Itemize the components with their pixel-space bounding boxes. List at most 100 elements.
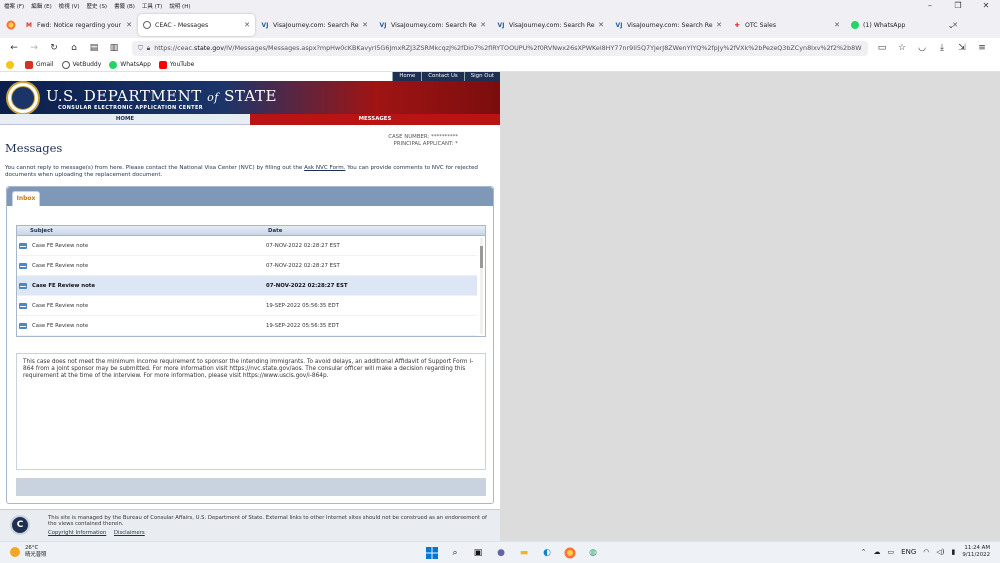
tab-otc-sales[interactable]: ✚ OTC Sales ✕ [728,14,845,36]
tab-title: (1) WhatsApp [863,21,906,29]
edge-icon[interactable]: ◐ [539,545,555,561]
disclaimers-link[interactable]: Disclaimers [114,530,145,536]
taskbar-apps: ⌕ ▣ ● ▬ ◐ ◍ [424,545,608,561]
close-tab-icon[interactable]: ✕ [126,21,132,29]
page-title: Messages [5,141,63,155]
clock-date: 9/11/2022 [962,552,990,558]
restore-icon[interactable]: ❐ [944,0,972,12]
case-info: CASE NUMBER: ********** PRINCIPAL APPLIC… [358,134,458,148]
url-bar[interactable]: ⛉ 🔒︎ https://ceac. state.gov/IV/Messages/… [132,40,868,56]
column-date[interactable]: Date [266,226,485,235]
table-row-selected[interactable]: Case FE Review note 07-NOV-2022 02:28:27… [17,276,477,296]
tab-visajourney-4[interactable]: VJ VisaJourney.com: Search Resu ✕ [610,14,727,36]
reload-icon[interactable]: ↻ [46,43,62,53]
tab-gmail[interactable]: M Fwd: Notice regarding your In ✕ [20,14,137,36]
envelope-icon [19,302,27,309]
list-all-tabs-icon[interactable]: ⌄ [942,21,960,30]
tab-title: VisaJourney.com: Search Resu [509,21,596,29]
close-tab-icon[interactable]: ✕ [244,21,250,29]
shield-icon[interactable]: ⛉ [138,44,143,53]
inbox-tab[interactable]: Inbox [12,191,40,206]
app-globe-icon[interactable]: ◍ [585,545,601,561]
firefox-icon[interactable] [562,545,578,561]
table-row[interactable]: Case FE Review note 07-NOV-2022 02:28:27… [17,256,477,276]
pocket-save-icon[interactable]: ◡ [914,43,930,53]
forward-icon[interactable]: → [26,43,42,53]
windows-start-icon[interactable] [424,545,440,561]
clock[interactable]: 11:24 AM 9/11/2022 [962,545,990,559]
tab-visajourney-2[interactable]: VJ VisaJourney.com: Search Resu ✕ [374,14,491,36]
language-indicator[interactable]: ENG [901,548,916,556]
topnav-contact-link[interactable]: Contact Us [421,72,463,81]
tab-ceac-messages[interactable]: CEAC - Messages ✕ [138,14,255,36]
close-tab-icon[interactable]: ✕ [716,21,722,29]
sidebar-icon[interactable]: ▥ [106,43,122,53]
ask-nvc-form-link[interactable]: Ask NVC Form. [304,165,345,171]
panel-footer [16,478,486,496]
task-view-icon[interactable]: ▣ [470,545,486,561]
menu-help[interactable]: 說明 (H) [169,2,190,10]
bookmark-youtube[interactable]: YouTube [158,60,194,69]
menu-edit[interactable]: 編輯 (E) [31,2,52,10]
dept-title-text: U.S. DEPARTMENT [46,87,202,105]
table-row[interactable]: Case FE Review note 07-NOV-2022 02:28:27… [17,236,477,256]
menu-file[interactable]: 檔案 (F) [4,2,24,10]
menu-messages-tab[interactable]: MESSAGES [250,114,500,125]
pocket-icon[interactable]: ▤ [86,43,102,53]
column-subject[interactable]: Subject [17,226,266,235]
volume-icon[interactable]: ◁) [936,548,944,556]
envelope-icon [19,242,27,249]
teams-chat-icon[interactable]: ● [493,545,509,561]
printer-icon[interactable]: ▭ [888,548,895,556]
close-tab-icon[interactable]: ✕ [362,21,368,29]
downloads-icon[interactable]: ⤓ [934,43,950,53]
lock-icon[interactable]: 🔒︎ [147,44,150,53]
copyright-link[interactable]: Copyright Information [48,530,106,536]
extensions-icon[interactable]: ⇲ [954,43,970,53]
tab-visajourney-1[interactable]: VJ VisaJourney.com: Search Resu ✕ [256,14,373,36]
bookmark-gmail[interactable]: Gmail [25,60,54,69]
file-explorer-icon[interactable]: ▬ [516,545,532,561]
table-row[interactable]: Case FE Review note 19-SEP-2022 05:56:35… [17,296,477,316]
show-hidden-icons-icon[interactable]: ⌃ [861,548,867,556]
app-menu-icon[interactable]: ≡ [974,43,990,53]
grid-scrollbar[interactable] [480,238,483,334]
firefox-view-icon[interactable] [2,16,20,34]
topnav-signout-link[interactable]: Sign Out [463,72,500,81]
back-icon[interactable]: ← [6,43,22,53]
menu-history[interactable]: 歷史 (S) [87,2,108,10]
reader-view-icon[interactable]: ▭ [874,43,890,53]
envelope-icon [19,282,27,289]
tab-visajourney-3[interactable]: VJ VisaJourney.com: Search Resu ✕ [492,14,609,36]
tab-title: VisaJourney.com: Search Resu [627,21,714,29]
close-tab-icon[interactable]: ✕ [834,21,840,29]
menu-home-tab[interactable]: HOME [0,114,250,125]
close-window-icon[interactable]: ✕ [972,0,1000,12]
scrollbar-thumb[interactable] [480,246,483,268]
menu-tools[interactable]: 工具 (T) [142,2,162,10]
site-menu: HOME MESSAGES [0,114,500,125]
bookmark-star-icon[interactable]: ☆ [894,43,910,53]
close-tab-icon[interactable]: ✕ [598,21,604,29]
wifi-icon[interactable]: ◠ [923,548,929,556]
home-icon[interactable]: ⌂ [66,43,82,53]
topnav-home-link[interactable]: Home [392,72,421,81]
cloud-icon[interactable]: ☁ [874,548,881,556]
site-top-nav: Home Contact Us Sign Out [392,72,500,81]
bookmark-vetbuddy[interactable]: VetBuddy [61,60,101,69]
row-date: 19-SEP-2022 05:56:35 EDT [266,322,339,329]
row-subject: Case FE Review note [32,242,89,249]
minimize-icon[interactable]: – [916,0,944,12]
bookmark-whatsapp[interactable]: WhatsApp [109,60,151,69]
menu-bookmarks[interactable]: 書籤 (B) [114,2,135,10]
close-tab-icon[interactable]: ✕ [480,21,486,29]
table-row[interactable]: Case FE Review note 19-SEP-2022 05:56:35… [17,316,477,336]
battery-icon[interactable]: ▮ [952,548,956,556]
bookmark-smiley[interactable] [6,60,17,69]
panel-header: Inbox [7,187,493,206]
menu-view[interactable]: 檢視 (V) [59,2,80,10]
search-icon[interactable]: ⌕ [447,545,463,561]
weather-widget[interactable]: 26°C 晴光普照 [10,545,47,558]
whatsapp-icon [851,21,859,29]
row-date: 07-NOV-2022 02:28:27 EST [266,262,340,269]
